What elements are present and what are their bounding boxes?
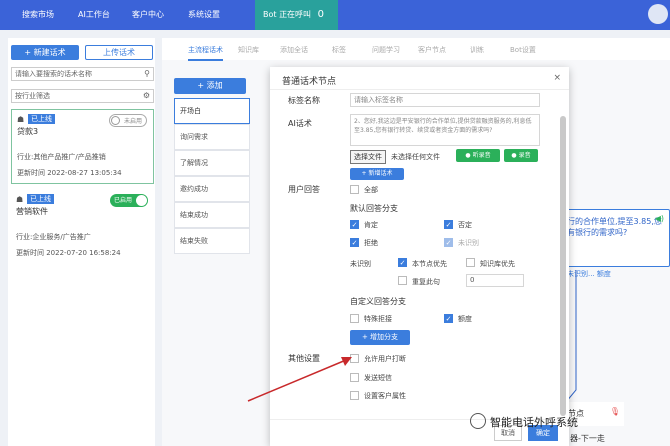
annotation-arrow — [247, 357, 352, 402]
watermark: 智能电话外呼系统 — [470, 412, 670, 432]
wechat-logo-icon — [470, 413, 486, 429]
watermark-text: 智能电话外呼系统 — [490, 416, 578, 429]
